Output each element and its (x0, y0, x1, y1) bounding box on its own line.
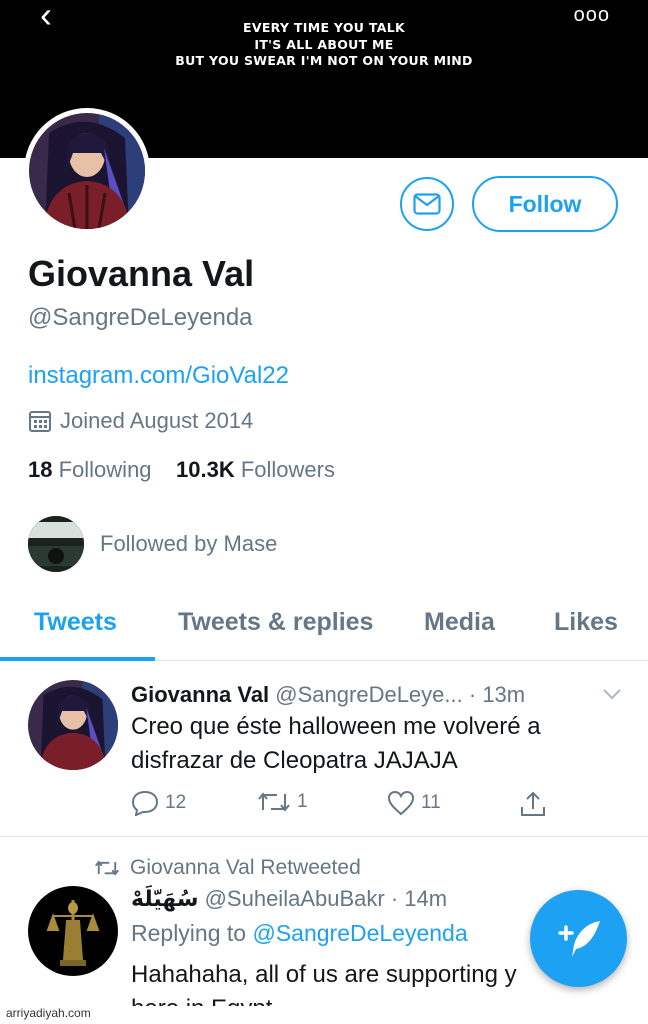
banner-line: BUT YOU SWEAR I'M NOT ON YOUR MIND (175, 53, 473, 68)
profile-link[interactable]: instagram.com/GioVal22 (28, 362, 289, 390)
reply-button[interactable]: 12 (131, 790, 186, 816)
tweet-author-handle: @SuheilaAbuBakr (204, 886, 385, 911)
joined-date: Joined August 2014 (28, 408, 253, 434)
replying-to: Replying to @SangreDeLeyenda (131, 920, 468, 947)
retweet-count: 1 (297, 791, 308, 812)
tweet-text-line: here in Egypt (131, 992, 631, 1006)
chevron-down-icon[interactable] (602, 684, 622, 705)
tweet-time: · 14m (390, 886, 448, 911)
profile-handle: @SangreDeLeyenda (28, 304, 253, 331)
profile-tabs: Tweets Tweets & replies Media Likes (0, 596, 648, 661)
tweet-text-line: disfrazar de Cleopatra JAJAJA (131, 747, 458, 774)
tweet-text-line: Creo que éste halloween me volveré a (131, 713, 541, 740)
followed-by-text: Followed by Mase (100, 531, 278, 556)
banner-line: EVERY TIME YOU TALK (243, 20, 405, 35)
reply-count: 12 (165, 792, 187, 813)
replying-prefix: Replying to (131, 920, 247, 946)
following-label: Following (58, 457, 152, 482)
compose-tweet-button[interactable] (530, 890, 627, 987)
tweet-author-name: Giovanna Val (131, 682, 270, 707)
tweet-avatar[interactable] (28, 886, 118, 976)
tweet-time: · 13m (468, 682, 526, 707)
reply-icon (131, 790, 159, 816)
joined-text: Joined August 2014 (60, 408, 254, 433)
calendar-icon (29, 411, 51, 432)
like-count: 11 (421, 792, 441, 813)
watermark: arriyadiyah.com (6, 1006, 91, 1020)
banner-text: EVERY TIME YOU TALK IT'S ALL ABOUT ME BU… (0, 20, 648, 70)
profile-name: Giovanna Val (28, 253, 255, 294)
share-icon (521, 791, 545, 816)
followers-label: Followers (240, 457, 335, 482)
tab-media[interactable]: Media (424, 608, 495, 637)
tab-tweets-replies[interactable]: Tweets & replies (178, 608, 373, 637)
followers-count: 10.3K (176, 457, 235, 482)
retweet-icon (258, 792, 290, 812)
retweet-icon (95, 860, 119, 876)
tweet-text: Creo que éste halloween me volveré a dis… (131, 710, 631, 778)
envelope-icon (413, 193, 441, 215)
feather-plus-icon (557, 920, 600, 957)
profile-avatar[interactable] (24, 108, 150, 234)
like-button[interactable]: 11 (387, 790, 441, 816)
retweet-button[interactable]: 1 (257, 790, 308, 814)
retweet-note-text: Giovanna Val Retweeted (130, 856, 361, 879)
tab-likes[interactable]: Likes (554, 608, 618, 637)
tweet-header: سُهَيّلَهْ @SuheilaAbuBakr · 14m (131, 886, 447, 912)
active-tab-indicator (0, 657, 155, 661)
retweet-note: Giovanna Val Retweeted (94, 856, 361, 880)
banner-line: IT'S ALL ABOUT ME (254, 36, 394, 52)
replying-to-link[interactable]: @SangreDeLeyenda (252, 920, 467, 946)
follower-avatar (28, 516, 84, 572)
tweet-author-name: سُهَيّلَهْ (131, 886, 199, 911)
followers-link[interactable]: 10.3K Followers (176, 457, 335, 482)
tweet-header: Giovanna Val @SangreDeLeye... · 13m (131, 682, 525, 708)
following-count: 18 (28, 457, 53, 482)
following-link[interactable]: 18 Following (28, 457, 152, 482)
heart-icon (387, 790, 415, 816)
followed-by[interactable]: Followed by Mase (28, 516, 277, 572)
tweet-actions: 12 1 11 (131, 790, 631, 820)
tweet-divider (0, 836, 648, 837)
tab-tweets[interactable]: Tweets (34, 608, 117, 637)
tweet-avatar[interactable] (28, 680, 118, 770)
message-button[interactable] (400, 177, 454, 231)
follow-stats: 18 Following 10.3K Followers (28, 457, 335, 483)
share-button[interactable] (519, 790, 553, 818)
tweet-author-handle: @SangreDeLeye... (275, 682, 463, 707)
follow-button[interactable]: Follow (472, 176, 618, 232)
